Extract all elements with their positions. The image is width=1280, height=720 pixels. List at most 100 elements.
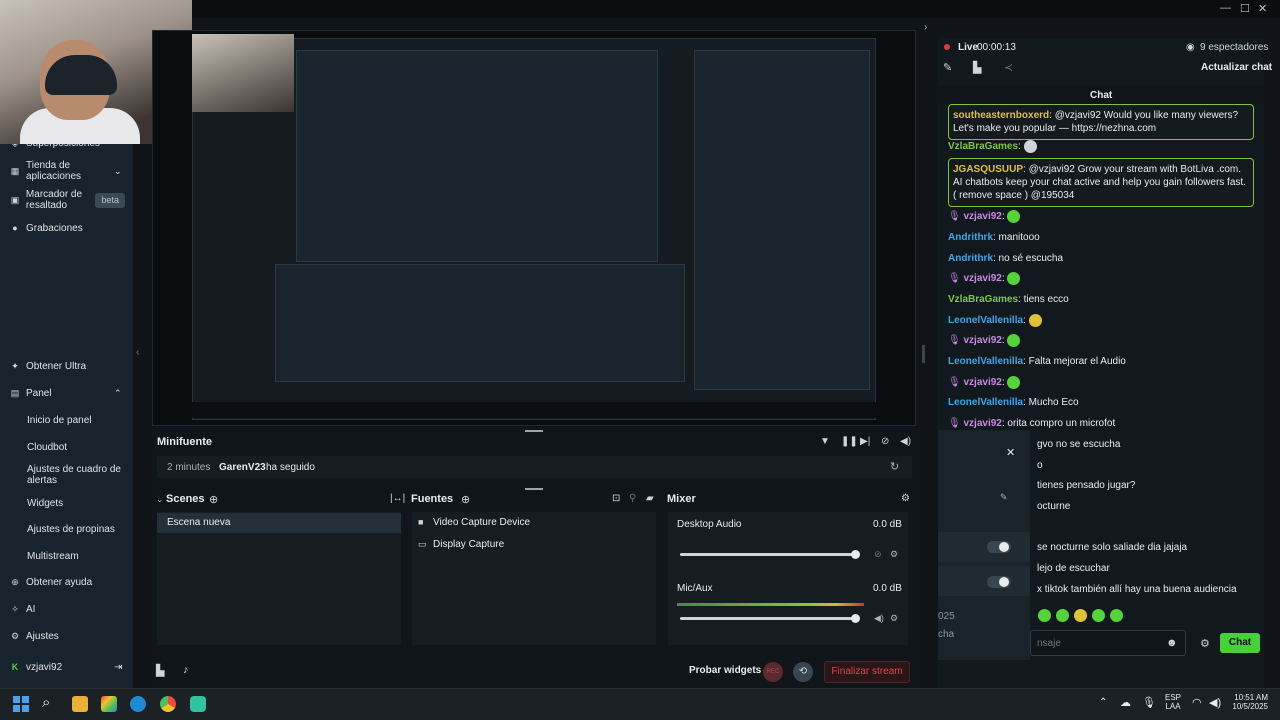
toggle-switch[interactable] <box>987 576 1011 588</box>
skip-icon[interactable]: ▶| <box>860 436 870 447</box>
sidebar-sub-inicio[interactable]: Inicio de panel <box>27 415 92 426</box>
toggle-switch[interactable] <box>987 541 1011 553</box>
sidebar-item-label: Obtener Ultra <box>26 361 87 372</box>
splitter-handle[interactable] <box>922 345 925 363</box>
bell-icon[interactable]: ♪ <box>183 664 189 676</box>
clock[interactable]: 10:51 AM 10/5/2025 <box>1228 693 1268 711</box>
chat-message: LeonelVallenilla: Mucho Eco <box>948 397 1079 408</box>
chrome-icon[interactable] <box>160 696 176 712</box>
camera-icon: ■ <box>418 517 424 527</box>
chevron-up-icon[interactable]: ⌃ <box>1099 697 1107 708</box>
channel-settings-icon[interactable]: ⚙ <box>890 549 898 560</box>
source-settings-icon[interactable]: ⊡ <box>612 493 620 504</box>
window-titlebar <box>0 0 1280 18</box>
sidebar-item-ai[interactable]: ✧ AI <box>10 604 35 615</box>
channel-name: Mic/Aux <box>677 583 713 594</box>
sidebar-user[interactable]: K vzjavi92 ⇥ <box>10 662 125 673</box>
monitor-icon: ▭ <box>418 539 427 549</box>
search-icon[interactable]: ⌕ <box>42 694 50 711</box>
close-popup-icon[interactable]: ✕ <box>1006 446 1015 459</box>
mute-icon[interactable]: ⊘ <box>881 436 889 447</box>
add-source-icon[interactable]: ⊕ <box>461 493 470 506</box>
replay-buffer-button[interactable]: ⟲ <box>793 662 813 682</box>
refresh-chat-button[interactable]: Actualizar chat <box>1201 62 1272 73</box>
minifuente-title: Minifuente <box>157 436 212 448</box>
sidebar-sub-cloudbot[interactable]: Cloudbot <box>27 442 67 453</box>
sidebar-item-ayuda[interactable]: ⊕ Obtener ayuda <box>10 577 92 588</box>
source-lock-icon[interactable]: ⚲ <box>629 493 636 504</box>
test-widgets-button[interactable]: Probar widgets <box>689 665 761 676</box>
source-item-label[interactable]: Display Capture <box>433 539 504 550</box>
chevron-right-icon[interactable]: › <box>924 22 927 33</box>
filter-icon[interactable]: ▼ <box>820 436 830 447</box>
chevron-down-icon[interactable]: ⌄ <box>156 494 164 505</box>
maximize-icon[interactable]: ☐ <box>1240 2 1250 15</box>
sidebar-item-tienda[interactable]: ▦ Tienda de aplicaciones ⌄ <box>10 160 125 182</box>
event-time: 2 minutes <box>167 462 211 473</box>
cloud-icon[interactable]: ☁ <box>1120 696 1131 709</box>
streamlabs-icon[interactable] <box>190 696 206 712</box>
sidebar-sub-propinas[interactable]: Ajustes de propinas <box>27 524 115 535</box>
chat-partial: o <box>1037 460 1043 471</box>
emote-icon <box>1074 609 1087 622</box>
preview-taskbar <box>192 402 876 418</box>
emote-icon <box>1023 140 1037 153</box>
ultra-icon: ✦ <box>11 361 19 371</box>
volume-slider-handle[interactable] <box>851 550 860 559</box>
sidebar-item-ajustes[interactable]: ⚙ Ajustes <box>10 631 59 642</box>
mixer-body <box>668 512 908 645</box>
replay-icon[interactable]: ↻ <box>890 460 899 473</box>
stats-icon[interactable]: ▙ <box>156 664 164 677</box>
speaker-icon[interactable]: ◀) <box>1209 696 1221 709</box>
source-item-label[interactable]: Video Capture Device <box>433 517 530 528</box>
emote-icon <box>1007 334 1021 347</box>
logout-icon[interactable]: ⇥ <box>114 662 122 673</box>
chevron-up-icon: ⌃ <box>114 388 122 398</box>
transition-icon[interactable]: |↔| <box>390 493 405 504</box>
chat-message: Andrithrk: no sé escucha <box>948 253 1064 264</box>
sidebar-item-ultra[interactable]: ✦ Obtener Ultra <box>10 361 86 372</box>
sidebar-sub-multistream[interactable]: Multistream <box>27 551 79 562</box>
sidebar-item-label: Ajustes <box>26 631 59 642</box>
sidebar-sub-alertas[interactable]: Ajustes de cuadro de alertas <box>27 464 122 486</box>
sidebar-sub-widgets[interactable]: Widgets <box>27 498 63 509</box>
language-indicator[interactable]: ESP LAA <box>1165 693 1181 711</box>
sidebar-item-panel[interactable]: ▤ Panel ⌃ <box>10 388 125 399</box>
mute-channel-icon[interactable]: ⊘ <box>874 549 882 560</box>
popup-row <box>938 566 1030 596</box>
chat-settings-icon[interactable]: ⚙ <box>1200 637 1210 650</box>
volume-channel-icon[interactable]: ◀) <box>874 613 884 624</box>
share-icon[interactable]: ≺ <box>1004 61 1013 74</box>
add-scene-icon[interactable]: ⊕ <box>209 493 218 506</box>
app-store-icon[interactable] <box>101 696 117 712</box>
wifi-icon[interactable]: ◠ <box>1192 696 1202 709</box>
mic-icon[interactable]: 🎙 <box>1142 696 1156 709</box>
minimize-icon[interactable]: — <box>1220 2 1231 14</box>
rec-button[interactable]: REC <box>763 662 783 682</box>
end-stream-button[interactable]: Finalizar stream <box>824 661 910 683</box>
collapse-sidebar-icon[interactable]: ‹ <box>136 347 139 358</box>
channel-db: 0.0 dB <box>873 519 902 530</box>
scene-item-label: Escena nueva <box>167 517 231 528</box>
emoji-icon[interactable]: ☻ <box>1166 637 1178 649</box>
pin-icon[interactable]: ✎ <box>1000 492 1008 503</box>
send-chat-button[interactable]: Chat <box>1220 633 1260 653</box>
file-explorer-icon[interactable] <box>72 696 88 712</box>
chat-message: 🎙 vzjavi92: <box>948 376 1254 389</box>
volume-icon[interactable]: ◀) <box>900 436 911 447</box>
folder-icon[interactable]: ▰ <box>646 493 654 504</box>
sidebar-item-marcador[interactable]: ▣ Marcador de resaltado beta <box>10 189 125 211</box>
channel-settings-icon[interactable]: ⚙ <box>890 613 898 624</box>
media-icon[interactable]: ▙ <box>973 61 981 74</box>
edge-icon[interactable] <box>130 696 146 712</box>
dashboard-icon: ▤ <box>10 388 20 398</box>
pause-icon[interactable]: ❚❚ <box>841 436 858 447</box>
windows-start-icon[interactable] <box>13 696 29 712</box>
preview-nested-window <box>296 50 658 262</box>
close-icon[interactable]: ✕ <box>1258 2 1267 15</box>
mixer-settings-icon[interactable]: ⚙ <box>901 493 910 504</box>
marker-icon: ▣ <box>10 194 20 205</box>
volume-slider-handle[interactable] <box>851 614 860 623</box>
edit-icon[interactable]: ✎ <box>943 61 952 74</box>
sidebar-item-grabaciones[interactable]: ● Grabaciones <box>10 223 82 234</box>
